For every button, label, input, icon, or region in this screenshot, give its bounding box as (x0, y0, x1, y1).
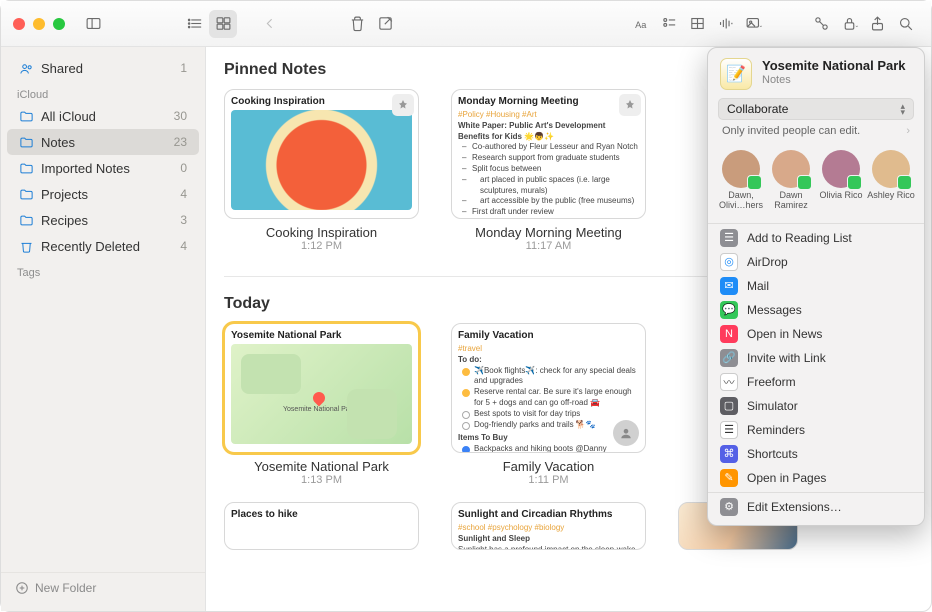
new-note-button[interactable] (371, 10, 399, 38)
toggle-sidebar-button[interactable] (79, 10, 107, 38)
window-controls (13, 18, 65, 30)
chevron-right-icon: › (906, 125, 910, 137)
folder-icon (17, 213, 35, 228)
note-card-hike[interactable]: Places to hike (224, 502, 419, 550)
pin-icon[interactable] (392, 94, 414, 116)
share-action[interactable]: ◎AirDrop (708, 250, 924, 274)
share-action[interactable]: ✉Mail (708, 274, 924, 298)
note-thumbnail (231, 110, 412, 210)
media-button[interactable]: ⌄ (739, 10, 767, 38)
svg-text:Aa: Aa (635, 20, 647, 30)
table-button[interactable] (683, 10, 711, 38)
share-mode-select[interactable]: Collaborate ▴▾ (718, 98, 914, 120)
audio-button[interactable] (711, 10, 739, 38)
checklist-button[interactable] (655, 10, 683, 38)
share-person[interactable]: Dawn, Olivi…hers (717, 150, 765, 211)
folder-icon (17, 161, 35, 176)
pin-icon[interactable] (619, 94, 641, 116)
delete-button[interactable] (343, 10, 371, 38)
window-titlebar: Aa ⌄ ⌄ (1, 1, 931, 47)
note-card-vacation[interactable]: Family Vacation #travel To do: ✈️Book fl… (451, 323, 646, 486)
gallery-view-button[interactable] (209, 10, 237, 38)
map-thumbnail: Yosemite National Park (231, 344, 412, 444)
list-view-button[interactable] (181, 10, 209, 38)
trash-icon (17, 239, 35, 254)
sidebar-item-trash[interactable]: Recently Deleted 4 (7, 233, 199, 259)
note-card-yosemite[interactable]: Yosemite National Park Yosemite National… (224, 323, 419, 486)
link-button[interactable] (807, 10, 835, 38)
share-action[interactable]: ✎Open in Pages (708, 466, 924, 490)
search-button[interactable] (891, 10, 919, 38)
format-button[interactable]: Aa (627, 10, 655, 38)
sidebar-item-label: Shared (41, 61, 180, 76)
close-window-button[interactable] (13, 18, 25, 30)
lock-button[interactable]: ⌄ (835, 10, 863, 38)
notes-app-icon: 📝 (720, 58, 752, 90)
shared-avatar-icon (613, 420, 639, 446)
share-action[interactable]: ☰Add to Reading List (708, 226, 924, 250)
share-edit-extensions[interactable]: ⚙ Edit Extensions… (708, 495, 924, 519)
share-person[interactable]: Olivia Rico (817, 150, 865, 211)
share-action[interactable]: 🔗Invite with Link (708, 346, 924, 370)
sidebar-item-notes[interactable]: Notes 23 (7, 129, 199, 155)
share-note-title: Yosemite National Park (762, 58, 906, 74)
share-person[interactable]: Dawn Ramirez (767, 150, 815, 211)
share-action[interactable]: NOpen in News (708, 322, 924, 346)
note-card-sunlight[interactable]: Sunlight and Circadian Rhythms #school #… (451, 502, 646, 550)
sidebar-item-imported[interactable]: Imported Notes 0 (7, 155, 199, 181)
sidebar-item-all-icloud[interactable]: All iCloud 30 (7, 103, 199, 129)
share-note-subtitle: Notes (762, 74, 906, 86)
share-button[interactable] (863, 10, 891, 38)
sidebar-item-count: 1 (180, 61, 187, 75)
share-action[interactable]: 〰Freeform (708, 370, 924, 394)
sidebar-item-recipes[interactable]: Recipes 3 (7, 207, 199, 233)
chevron-updown-icon: ▴▾ (900, 103, 905, 115)
note-card-cooking[interactable]: Cooking Inspiration Cooking Inspiration … (224, 89, 419, 252)
svg-text:⌄: ⌄ (854, 23, 858, 29)
shared-icon (17, 61, 35, 76)
folder-icon (17, 135, 35, 150)
sidebar-shared[interactable]: Shared 1 (7, 55, 199, 81)
share-permission-row[interactable]: Only invited people can edit. › (718, 122, 914, 140)
share-person[interactable]: Ashley Rico (867, 150, 915, 211)
note-card-meeting[interactable]: Monday Morning Meeting #Policy #Housing … (451, 89, 646, 252)
folder-icon (17, 109, 35, 124)
share-action[interactable]: ☰Reminders (708, 418, 924, 442)
svg-text:⌄: ⌄ (758, 23, 762, 29)
share-action[interactable]: ⌘Shortcuts (708, 442, 924, 466)
sidebar-item-projects[interactable]: Projects 4 (7, 181, 199, 207)
sidebar-section-tags: Tags (1, 259, 205, 281)
minimize-window-button[interactable] (33, 18, 45, 30)
folder-icon (17, 187, 35, 202)
back-button[interactable] (255, 10, 283, 38)
share-people-row: Dawn, Olivi…hers Dawn Ramirez Olivia Ric… (708, 146, 924, 221)
zoom-window-button[interactable] (53, 18, 65, 30)
new-folder-button[interactable]: New Folder (1, 572, 205, 603)
sidebar-section-icloud: iCloud (1, 81, 205, 103)
share-action[interactable]: ▢Simulator (708, 394, 924, 418)
sidebar: Shared 1 iCloud All iCloud 30 Notes 23 I… (1, 47, 206, 611)
share-popover: 📝 Yosemite National Park Notes Collabora… (707, 47, 925, 526)
share-action[interactable]: 💬Messages (708, 298, 924, 322)
